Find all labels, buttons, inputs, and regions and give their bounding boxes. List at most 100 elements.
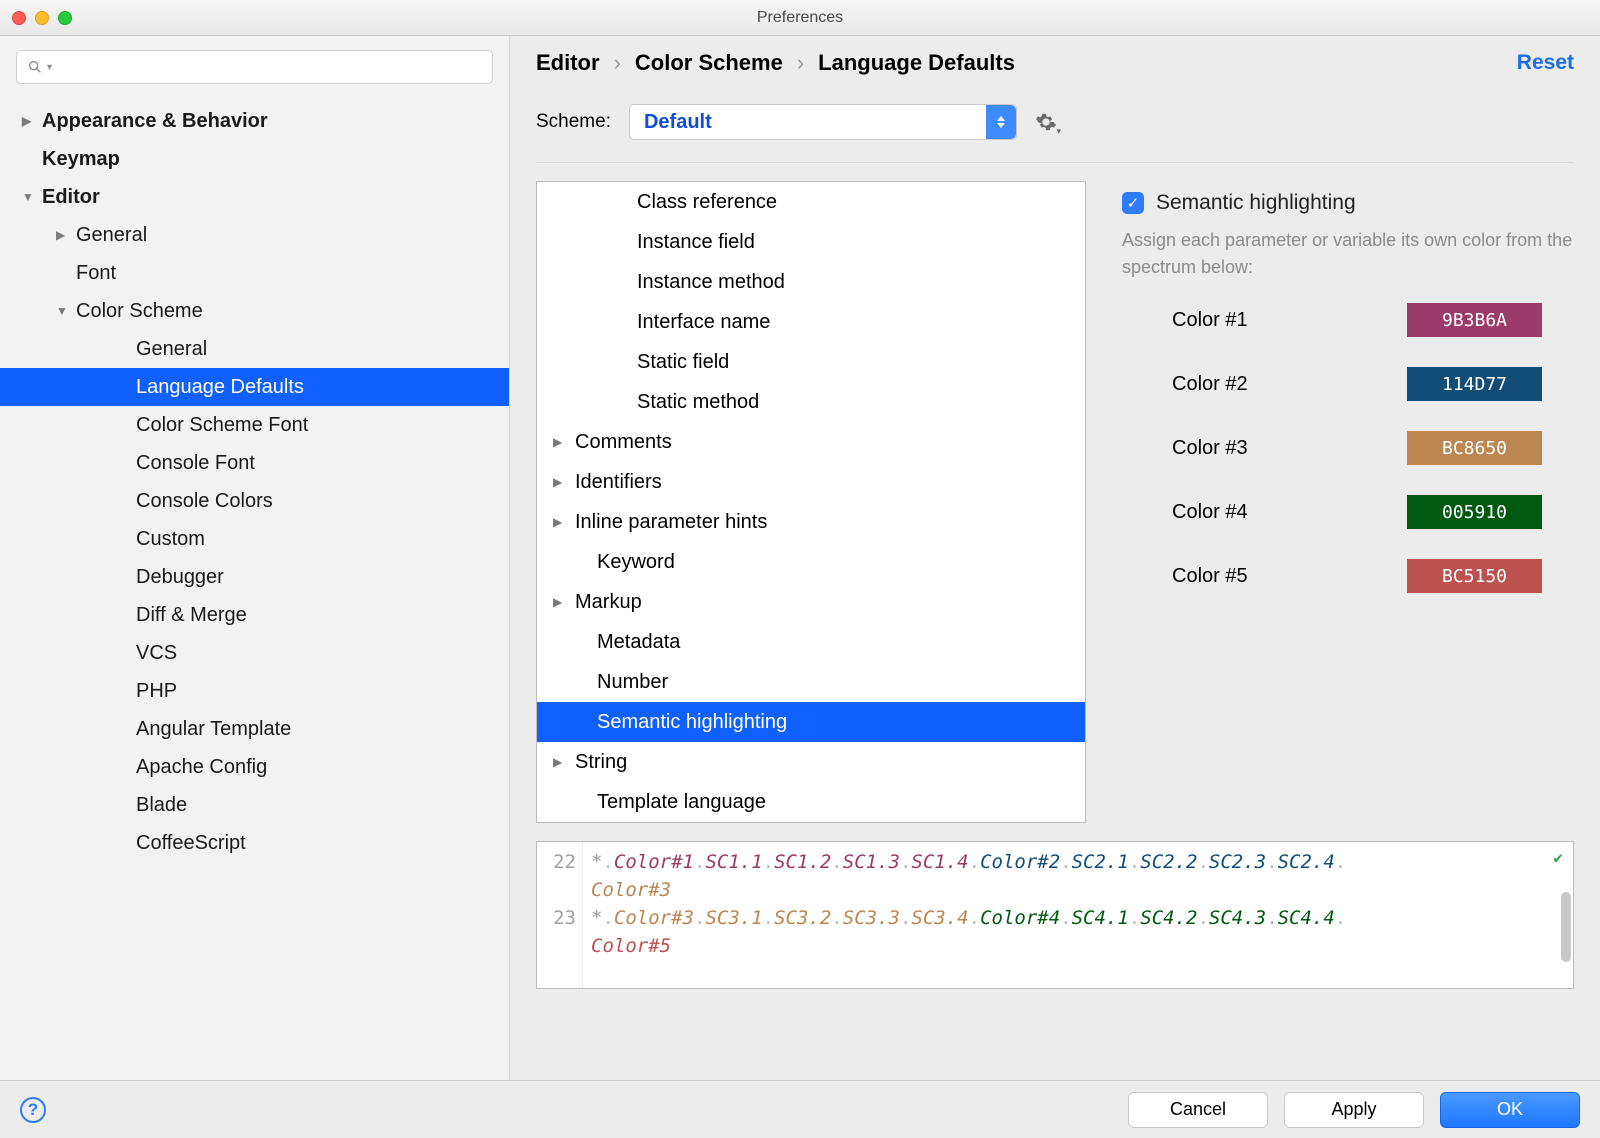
- color-label: Color #3: [1172, 437, 1248, 460]
- sidebar-item[interactable]: Angular Template: [0, 710, 509, 748]
- attribute-item[interactable]: Interface name: [537, 302, 1085, 342]
- sidebar-item-label: Apache Config: [136, 756, 267, 779]
- chevron-right-icon: ▶: [553, 435, 575, 449]
- sidebar-item[interactable]: ▼Editor: [0, 178, 509, 216]
- attribute-item[interactable]: ▶Identifiers: [537, 462, 1085, 502]
- sidebar-item[interactable]: Console Font: [0, 444, 509, 482]
- semantic-highlighting-checkbox[interactable]: ✓: [1122, 192, 1144, 214]
- search-icon: [27, 59, 43, 75]
- color-swatch[interactable]: 114D77: [1407, 367, 1542, 401]
- sidebar-item-label: Console Colors: [136, 490, 273, 513]
- chevron-right-icon: ▶: [56, 228, 76, 242]
- attribute-item[interactable]: Metadata: [537, 622, 1085, 662]
- attribute-label: Comments: [575, 431, 672, 454]
- scheme-actions-button[interactable]: ▾: [1035, 111, 1057, 133]
- attribute-label: Class reference: [637, 191, 777, 214]
- color-spectrum-list: Color #19B3B6AColor #2114D77Color #3BC86…: [1122, 303, 1574, 593]
- sidebar-item[interactable]: CoffeeScript: [0, 824, 509, 862]
- sidebar-item[interactable]: Language Defaults: [0, 368, 509, 406]
- attribute-item[interactable]: ▶Comments: [537, 422, 1085, 462]
- attribute-item[interactable]: Static field: [537, 342, 1085, 382]
- attributes-list[interactable]: Class reference Instance field Instance me…: [536, 181, 1086, 823]
- ok-button[interactable]: OK: [1440, 1092, 1580, 1128]
- search-history-chevron-icon[interactable]: ▾: [47, 62, 52, 73]
- chevron-right-icon: ▶: [22, 114, 42, 128]
- sidebar-item[interactable]: PHP: [0, 672, 509, 710]
- sidebar-item[interactable]: Debugger: [0, 558, 509, 596]
- scheme-select[interactable]: Default: [629, 104, 1017, 140]
- close-window-button[interactable]: [12, 11, 26, 25]
- chevron-right-icon: ›: [614, 50, 621, 76]
- attribute-label: Interface name: [637, 311, 770, 334]
- sidebar-item[interactable]: Keymap: [0, 140, 509, 178]
- scrollbar-thumb[interactable]: [1561, 892, 1571, 962]
- sidebar-item-label: Debugger: [136, 566, 224, 589]
- cancel-button[interactable]: Cancel: [1128, 1092, 1268, 1128]
- breadcrumb-item[interactable]: Editor: [536, 50, 600, 76]
- inspections-ok-icon[interactable]: ✔: [1553, 848, 1563, 867]
- attribute-label: Static field: [637, 351, 729, 374]
- sidebar: ▾ ▶Appearance & BehaviorKeymap▼Editor▶Ge…: [0, 36, 510, 1080]
- sidebar-item[interactable]: General: [0, 330, 509, 368]
- options-panel: ✓ Semantic highlighting Assign each para…: [1122, 181, 1574, 823]
- breadcrumb: Editor › Color Scheme › Language Default…: [536, 50, 1015, 76]
- sidebar-item[interactable]: Blade: [0, 786, 509, 824]
- search-input[interactable]: ▾: [16, 50, 493, 84]
- attribute-label: Keyword: [597, 551, 675, 574]
- attribute-item[interactable]: ▶Markup: [537, 582, 1085, 622]
- chevron-right-icon: ▶: [553, 515, 575, 529]
- help-button[interactable]: ?: [20, 1097, 46, 1123]
- window-title: Preferences: [757, 9, 843, 27]
- attribute-label: Instance method: [637, 271, 785, 294]
- sidebar-item[interactable]: ▶Appearance & Behavior: [0, 102, 509, 140]
- attribute-item[interactable]: Number: [537, 662, 1085, 702]
- minimize-window-button[interactable]: [35, 11, 49, 25]
- sidebar-item[interactable]: Font: [0, 254, 509, 292]
- color-swatch[interactable]: 005910: [1407, 495, 1542, 529]
- color-swatch[interactable]: 9B3B6A: [1407, 303, 1542, 337]
- reset-link[interactable]: Reset: [1517, 51, 1574, 75]
- code-area: *.Color#1.SC1.1.SC1.2.SC1.3.SC1.4.Color#…: [583, 842, 1573, 988]
- color-label: Color #5: [1172, 565, 1248, 588]
- sidebar-item-label: Appearance & Behavior: [42, 110, 268, 133]
- sidebar-item[interactable]: Diff & Merge: [0, 596, 509, 634]
- attribute-label: Identifiers: [575, 471, 662, 494]
- scheme-value: Default: [644, 111, 712, 134]
- sidebar-item[interactable]: Color Scheme Font: [0, 406, 509, 444]
- attribute-label: Semantic highlighting: [597, 711, 787, 734]
- sidebar-item-label: Font: [76, 262, 116, 285]
- sidebar-item-label: Editor: [42, 186, 100, 209]
- attribute-item[interactable]: Template language: [537, 782, 1085, 822]
- chevron-down-icon: ▼: [22, 190, 42, 204]
- attribute-item[interactable]: Keyword: [537, 542, 1085, 582]
- sidebar-item-label: Console Font: [136, 452, 255, 475]
- sidebar-item-label: CoffeeScript: [136, 832, 246, 855]
- sidebar-item[interactable]: VCS: [0, 634, 509, 672]
- breadcrumb-item[interactable]: Color Scheme: [635, 50, 783, 76]
- color-row: Color #5 BC5150: [1172, 559, 1542, 593]
- sidebar-item[interactable]: Console Colors: [0, 482, 509, 520]
- gutter: 22 23: [537, 842, 583, 988]
- chevron-right-icon: ▶: [553, 475, 575, 489]
- attribute-item[interactable]: ▶Inline parameter hints: [537, 502, 1085, 542]
- attribute-item[interactable]: Instance method: [537, 262, 1085, 302]
- maximize-window-button[interactable]: [58, 11, 72, 25]
- color-swatch[interactable]: BC8650: [1407, 431, 1542, 465]
- color-swatch[interactable]: BC5150: [1407, 559, 1542, 593]
- attribute-item[interactable]: Class reference: [537, 182, 1085, 222]
- attribute-item[interactable]: Static method: [537, 382, 1085, 422]
- sidebar-item[interactable]: ▶General: [0, 216, 509, 254]
- color-row: Color #3 BC8650: [1172, 431, 1542, 465]
- attribute-label: Static method: [637, 391, 759, 414]
- sidebar-item-label: Keymap: [42, 148, 120, 171]
- sidebar-item[interactable]: ▼Color Scheme: [0, 292, 509, 330]
- color-row: Color #2114D77: [1172, 367, 1542, 401]
- gear-icon: [1035, 111, 1057, 133]
- sidebar-item[interactable]: Custom: [0, 520, 509, 558]
- sidebar-item[interactable]: Apache Config: [0, 748, 509, 786]
- attribute-item[interactable]: ▶String: [537, 742, 1085, 782]
- apply-button[interactable]: Apply: [1284, 1092, 1424, 1128]
- attribute-item[interactable]: Semantic highlighting: [537, 702, 1085, 742]
- sidebar-item-label: Color Scheme: [76, 300, 203, 323]
- attribute-item[interactable]: Instance field: [537, 222, 1085, 262]
